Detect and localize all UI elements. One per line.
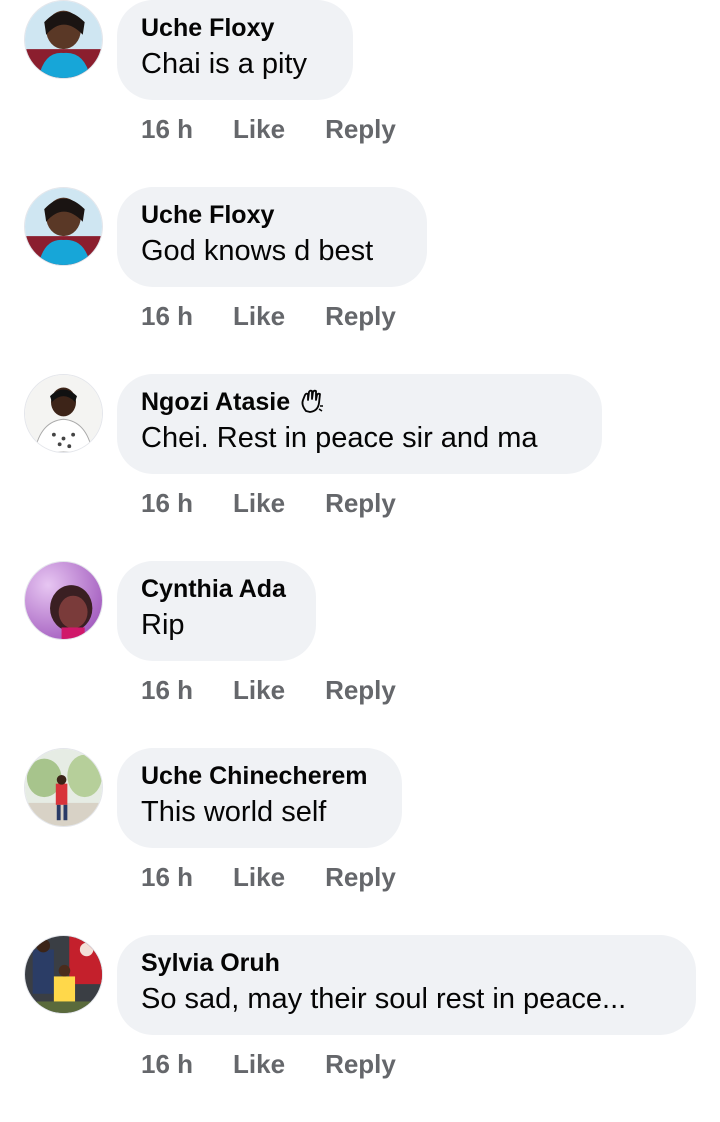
comment-actions: 16 h Like Reply <box>141 109 396 149</box>
comment-bubble: Uche Floxy Chai is a pity <box>117 0 353 100</box>
comment-bubble: Uche Floxy God knows d best <box>117 187 427 287</box>
reply-button[interactable]: Reply <box>325 862 396 893</box>
comment-actions: 16 h Like Reply <box>141 1044 396 1084</box>
timestamp[interactable]: 16 h <box>141 114 193 145</box>
reply-button[interactable]: Reply <box>325 488 396 519</box>
avatar[interactable] <box>24 935 103 1014</box>
like-button[interactable]: Like <box>233 675 285 706</box>
comment-bubble: Ngozi Atasie Chei. Rest in peace sir and… <box>117 374 602 474</box>
comment-item: Cynthia Ada Rip 16 h Like Reply <box>0 561 720 748</box>
like-button[interactable]: Like <box>233 1049 285 1080</box>
wave-icon <box>298 389 324 415</box>
avatar[interactable] <box>24 561 103 640</box>
avatar[interactable] <box>24 187 103 266</box>
avatar[interactable] <box>24 0 103 79</box>
like-button[interactable]: Like <box>233 488 285 519</box>
avatar[interactable] <box>24 374 103 453</box>
timestamp[interactable]: 16 h <box>141 488 193 519</box>
avatar[interactable] <box>24 748 103 827</box>
comment-text: Chai is a pity <box>141 48 308 80</box>
comment-actions: 16 h Like Reply <box>141 857 396 897</box>
comment-actions: 16 h Like Reply <box>141 670 396 710</box>
timestamp[interactable]: 16 h <box>141 1049 193 1080</box>
like-button[interactable]: Like <box>233 301 285 332</box>
author-name[interactable]: Uche Chinecherem <box>141 760 378 792</box>
author-name[interactable]: Sylvia Oruh <box>141 947 672 979</box>
comment-item: Uche Floxy Chai is a pity 16 h Like Repl… <box>0 0 720 187</box>
author-name[interactable]: Uche Floxy <box>141 12 329 44</box>
author-name[interactable]: Uche Floxy <box>141 199 403 231</box>
timestamp[interactable]: 16 h <box>141 301 193 332</box>
comment-text: Chei. Rest in peace sir and ma <box>141 422 538 454</box>
author-name[interactable]: Cynthia Ada <box>141 573 292 605</box>
author-name[interactable]: Ngozi Atasie <box>141 386 578 418</box>
comment-bubble: Cynthia Ada Rip <box>117 561 316 661</box>
timestamp[interactable]: 16 h <box>141 675 193 706</box>
reply-button[interactable]: Reply <box>325 114 396 145</box>
comment-actions: 16 h Like Reply <box>141 296 396 336</box>
like-button[interactable]: Like <box>233 862 285 893</box>
comment-actions: 16 h Like Reply <box>141 483 396 523</box>
comment-item: Sylvia Oruh So sad, may their soul rest … <box>0 935 720 1122</box>
comment-bubble: Uche Chinecherem This world self <box>117 748 402 848</box>
reply-button[interactable]: Reply <box>325 301 396 332</box>
reply-button[interactable]: Reply <box>325 1049 396 1080</box>
comment-item: Uche Floxy God knows d best 16 h Like Re… <box>0 187 720 374</box>
timestamp[interactable]: 16 h <box>141 862 193 893</box>
reply-button[interactable]: Reply <box>325 675 396 706</box>
like-button[interactable]: Like <box>233 114 285 145</box>
comment-item: Uche Chinecherem This world self 16 h Li… <box>0 748 720 935</box>
comment-item: Ngozi Atasie Chei. Rest in peace sir and… <box>0 374 720 561</box>
comment-bubble: Sylvia Oruh So sad, may their soul rest … <box>117 935 696 1035</box>
comment-text: Rip <box>141 609 185 641</box>
comment-text: God knows d best <box>141 235 374 267</box>
comment-text: This world self <box>141 796 327 828</box>
comment-text: So sad, may their soul rest in peace... <box>141 983 627 1015</box>
